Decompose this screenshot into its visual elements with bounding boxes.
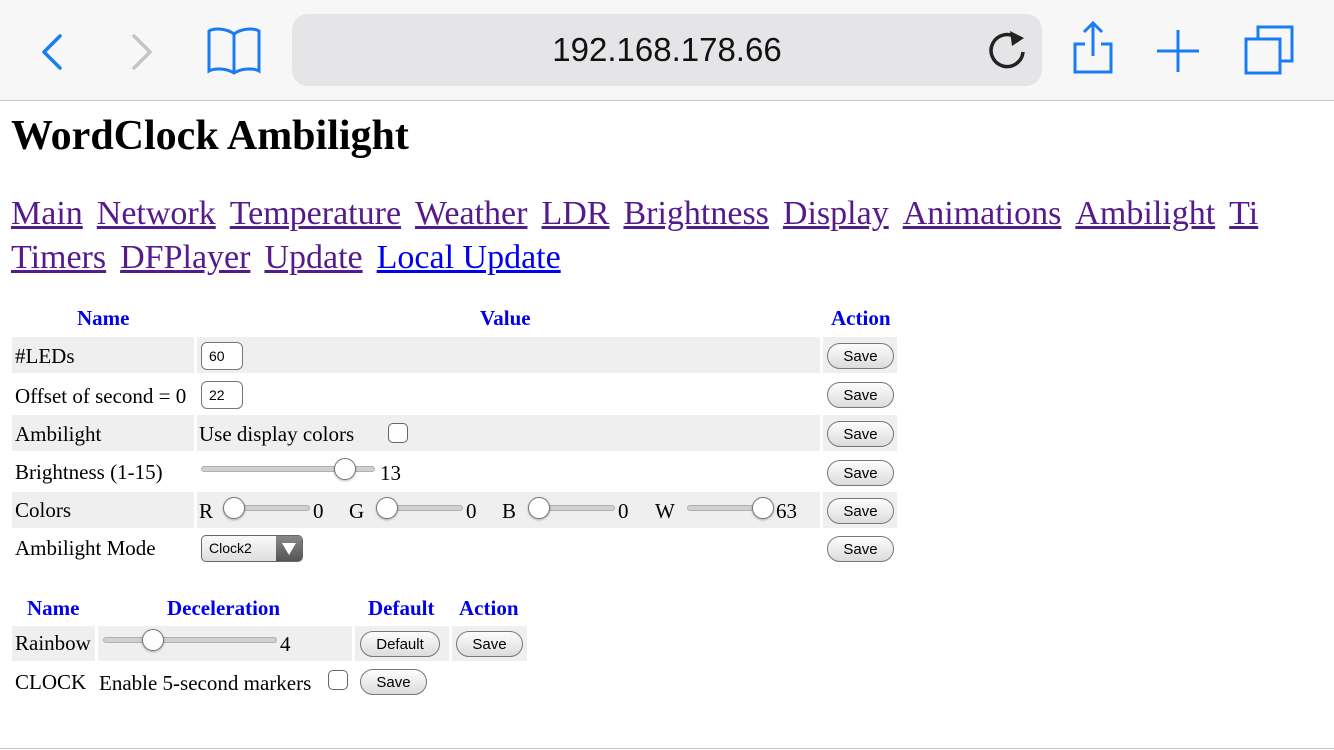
nav-link-brightness[interactable]: Brightness [623,195,768,232]
brightness-label: Brightness (1-15) [15,460,163,484]
nav-link-animations[interactable]: Animations [903,195,1062,232]
ambilight-mode-select[interactable]: Clock2 [201,535,303,562]
colors-save-button[interactable]: Save [827,498,894,524]
red-label: R [199,499,214,523]
use-display-colors-checkbox[interactable] [388,423,408,443]
five-second-markers-checkbox[interactable] [328,670,348,690]
five-second-markers-label: Enable 5-second markers [99,671,312,695]
deceleration-value: 4 [280,632,291,656]
blue-value: 0 [618,499,629,523]
blue-label: B [502,499,517,523]
deceleration-slider-track[interactable] [103,637,277,643]
leds-input[interactable]: 60 [201,342,243,370]
nav-link-display[interactable]: Display [783,195,889,232]
table1-header-name: Name [77,306,130,330]
nav-link-dfplayer[interactable]: DFPlayer [120,239,250,276]
leds-save-button[interactable]: Save [827,343,894,369]
ambilight-mode-selected: Clock2 [209,540,252,556]
nav-link-timers[interactable]: Timers [11,239,106,276]
rainbow-label: Rainbow [15,631,91,655]
white-label: W [655,499,675,523]
nav-link-temperature[interactable]: Temperature [230,195,401,232]
nav-links: Main Network Temperature Weather LDR Brightne… [11,192,1334,280]
address-bar[interactable]: 192.168.178.66 [292,14,1042,86]
table1-header-value: Value [480,306,531,330]
rainbow-default-button[interactable]: Default [360,631,440,657]
new-tab-icon[interactable] [1155,28,1201,74]
page-title: WordClock Ambilight [11,113,409,159]
forward-icon[interactable] [128,32,156,72]
back-icon[interactable] [38,32,66,72]
table2-header-default: Default [368,596,435,620]
table2-header-deceleration: Deceleration [167,596,281,620]
brightness-save-button[interactable]: Save [827,460,894,486]
row-bg [98,626,352,661]
white-slider-thumb[interactable] [752,497,774,519]
nav-link-ldr[interactable]: LDR [541,195,609,232]
bottom-divider [0,748,1334,749]
green-label: G [349,499,365,523]
clock-save-button[interactable]: Save [360,669,427,695]
url-text[interactable]: 192.168.178.66 [292,14,1042,86]
ambilight-mode-save-button[interactable]: Save [827,536,894,562]
colors-label: Colors [15,498,72,522]
brightness-value: 13 [380,461,401,485]
leds-label: #LEDs [15,344,75,368]
deceleration-slider-thumb[interactable] [142,629,164,651]
brightness-slider-thumb[interactable] [334,458,356,480]
browser-toolbar: 192.168.178.66 [0,0,1334,101]
rainbow-save-button[interactable]: Save [456,631,523,657]
row-bg [197,337,820,373]
green-slider-thumb[interactable] [376,497,398,519]
clock-label: CLOCK [15,670,87,694]
green-value: 0 [466,499,477,523]
table2-header-name: Name [27,596,80,620]
nav-link-main[interactable]: Main [11,195,83,232]
reload-icon[interactable] [984,28,1032,76]
nav-link-ti[interactable]: Ti [1229,195,1258,232]
red-value: 0 [313,499,324,523]
ambilight-label: Ambilight [15,422,102,446]
nav-link-ambilight[interactable]: Ambilight [1075,195,1215,232]
offset-save-button[interactable]: Save [827,382,894,408]
bookmarks-icon[interactable] [206,26,262,76]
blue-slider-thumb[interactable] [528,497,550,519]
red-slider-thumb[interactable] [223,497,245,519]
white-value: 63 [776,499,797,523]
offset-label: Offset of second = 0 [15,384,187,408]
nav-link-update[interactable]: Update [264,239,362,276]
ambilight-mode-label: Ambilight Mode [15,536,156,560]
tabs-icon[interactable] [1243,24,1297,76]
use-display-colors-label: Use display colors [199,422,355,446]
table1-header-action: Action [831,306,891,330]
table2-header-action: Action [459,596,519,620]
nav-link-local-update[interactable]: Local Update [377,239,561,276]
ambilight-save-button[interactable]: Save [827,421,894,447]
nav-link-weather[interactable]: Weather [415,195,527,232]
offset-input[interactable]: 22 [201,381,243,409]
chevron-down-icon [276,536,302,561]
share-icon[interactable] [1070,20,1116,76]
nav-link-network[interactable]: Network [97,195,216,232]
